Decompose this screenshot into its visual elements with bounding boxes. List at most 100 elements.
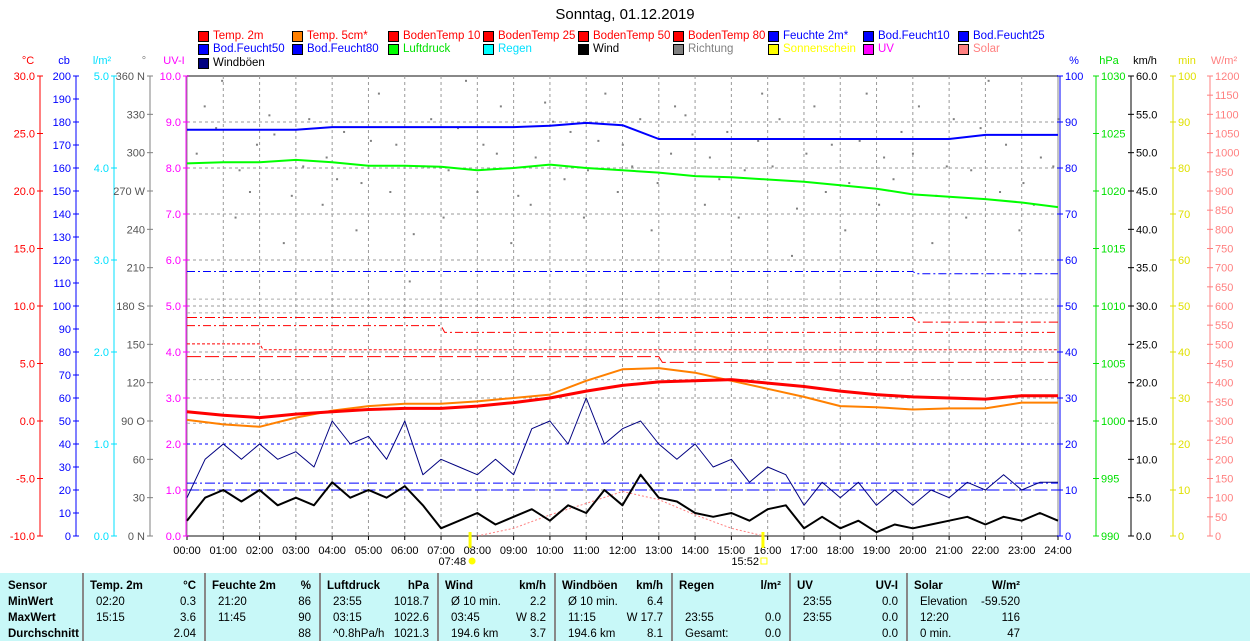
- column-unit: W/m²: [991, 580, 1020, 592]
- x-tick-label: 21:00: [935, 545, 963, 557]
- table-cell-label: 23:55: [685, 612, 714, 624]
- axis-tick-label: 90 O: [121, 416, 145, 428]
- axis-tick-label: 35.0: [1136, 263, 1157, 275]
- column-header: Regen: [679, 580, 715, 592]
- axis-tick-label: 5.0: [94, 71, 109, 83]
- direction-point: [582, 216, 585, 219]
- table-cell-value: W 8.2: [515, 612, 546, 624]
- table-cell-value: W 17.7: [626, 612, 663, 624]
- axis-tick-label: -10.0: [10, 531, 35, 543]
- axis-tick-label: 350: [1215, 397, 1233, 409]
- axis-tick-label: 20: [59, 485, 71, 497]
- axis-tick-label: 550: [1215, 320, 1233, 332]
- axis-tick-label: 150: [1215, 474, 1233, 486]
- axis-tick-label: 40: [59, 439, 71, 451]
- direction-point: [865, 92, 868, 95]
- table-cell-label: 03:15: [333, 612, 362, 624]
- row-header: MaxWert: [8, 612, 56, 624]
- axis-tick-label: 1005: [1101, 359, 1125, 371]
- x-tick-label: 24:00: [1044, 545, 1072, 557]
- table-cell-value: 0.0: [882, 596, 898, 608]
- sunrise-label: 07:48: [439, 556, 467, 568]
- direction-point: [917, 105, 920, 108]
- direction-point: [586, 169, 589, 172]
- direction-point: [639, 118, 642, 121]
- axis-unit-uvi: UV-I: [163, 55, 184, 67]
- x-tick-label: 12:00: [609, 545, 637, 557]
- axis-tick-label: 50: [59, 416, 71, 428]
- direction-point: [597, 139, 600, 142]
- x-tick-label: 17:00: [790, 545, 818, 557]
- direction-point: [824, 191, 827, 193]
- axis-tick-label: 7.0: [166, 209, 181, 221]
- direction-point: [945, 165, 948, 168]
- axis-tick-label: -5.0: [16, 474, 35, 486]
- direction-point: [726, 130, 729, 133]
- table-cell-value: 47: [1007, 628, 1020, 640]
- axis-tick-label: 70: [1178, 209, 1190, 221]
- direction-point: [1052, 165, 1055, 168]
- table-cell-value: 86: [298, 596, 311, 608]
- direction-point: [778, 118, 781, 121]
- axis-tick-label: 8.0: [166, 163, 181, 175]
- direction-point: [1005, 143, 1008, 146]
- axis-tick-label: 0.0: [1136, 531, 1151, 543]
- axis-unit-temp: °C: [22, 55, 34, 67]
- table-column: Regen l/m² 23:55 Gesamt: 0.0 0.0: [671, 573, 789, 641]
- direction-point: [238, 169, 241, 172]
- direction-point: [970, 169, 973, 172]
- direction-point: [691, 133, 694, 136]
- sunset-label: 15:52: [731, 556, 759, 568]
- axis-tick-label: 1025: [1101, 129, 1125, 141]
- axis-tick-label: 0: [1065, 531, 1071, 543]
- direction-point: [771, 165, 774, 168]
- direction-point: [737, 216, 740, 219]
- table-cell-label: 03:45: [451, 612, 480, 624]
- axis-tick-label: 1000: [1101, 416, 1125, 428]
- direction-point: [900, 130, 903, 133]
- direction-point: [911, 152, 914, 155]
- direction-point: [830, 143, 833, 146]
- direction-point: [1022, 182, 1025, 185]
- direction-point: [447, 169, 450, 172]
- direction-point: [813, 105, 816, 108]
- table-cell-label: 21:20: [218, 596, 247, 608]
- x-tick-label: 00:00: [173, 545, 201, 557]
- axis-tick-label: 1000: [1215, 148, 1239, 160]
- axis-tick-label: 2.0: [166, 439, 181, 451]
- column-header: Feuchte 2m: [212, 580, 276, 592]
- column-header: Temp. 2m: [90, 580, 143, 592]
- table-cell-value: 6.4: [647, 596, 663, 608]
- direction-point: [757, 139, 760, 142]
- direction-point: [273, 133, 276, 136]
- table-column: Feuchte 2m% 21:20 11:45 86 90 88: [204, 573, 319, 641]
- axis-tick-label: 1030: [1101, 71, 1125, 83]
- direction-point: [883, 156, 886, 159]
- direction-point: [442, 216, 445, 219]
- table-cell-value: 1022.6: [393, 612, 429, 624]
- axis-tick-label: 55.0: [1136, 109, 1157, 121]
- axis-tick-label: 10.0: [160, 71, 181, 83]
- table-cell-value: 3.7: [530, 628, 546, 640]
- axis-tick-label: 1050: [1215, 129, 1239, 141]
- direction-point: [569, 130, 572, 133]
- direction-point: [703, 203, 706, 206]
- axis-tick-label: 30: [1065, 393, 1077, 405]
- direction-point: [308, 118, 311, 121]
- direction-point: [952, 118, 955, 121]
- axis-tick-label: 120: [53, 255, 71, 267]
- direction-point: [395, 143, 398, 146]
- axis-tick-label: 100: [1065, 71, 1083, 83]
- column-header: UV: [797, 580, 813, 592]
- x-tick-label: 10:00: [536, 545, 564, 557]
- column-unit: km/h: [519, 580, 546, 592]
- axis-tick-label: 10: [1065, 485, 1077, 497]
- sunset-icon: [760, 557, 768, 565]
- column-header: Solar: [914, 580, 943, 592]
- x-tick-label: 09:00: [500, 545, 528, 557]
- direction-point: [369, 139, 372, 142]
- direction-point: [795, 207, 798, 210]
- table-cell-label: 23:55: [803, 596, 832, 608]
- axis-tick-label: 0: [1215, 531, 1221, 543]
- direction-point: [670, 152, 673, 155]
